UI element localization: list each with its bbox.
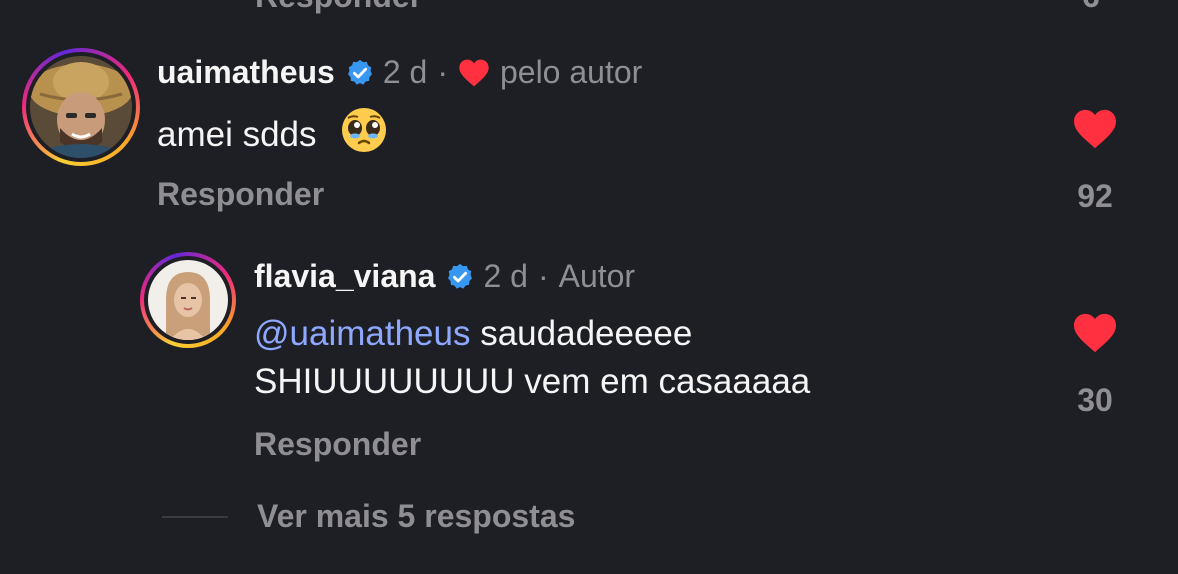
like-heart-icon[interactable] xyxy=(1072,108,1118,155)
comment-body-line1: saudadeeeee xyxy=(470,314,693,353)
username[interactable]: flavia_viana xyxy=(254,258,435,295)
reply-button[interactable]: Responder xyxy=(157,176,324,213)
pleading-face-emoji xyxy=(340,106,388,167)
comment-text: @uaimatheus saudadeeeee SHIUUUUUUUU vem … xyxy=(254,310,810,406)
timestamp: 2 d xyxy=(483,258,528,294)
comment-body: amei sdds xyxy=(157,114,317,154)
avatar-image xyxy=(30,56,132,158)
like-count: 6 xyxy=(1082,0,1100,15)
reply-button[interactable]: Responder xyxy=(255,0,422,15)
comment-body-line2: SHIUUUUUUUU vem em casaaaaa xyxy=(254,362,811,401)
comment-text: amei sdds xyxy=(157,106,388,167)
verified-icon xyxy=(345,58,375,88)
separator-dot: · xyxy=(537,258,549,294)
timestamp: 2 d xyxy=(382,54,428,90)
comments-panel: Responder 6 xyxy=(0,0,1178,574)
avatar-image xyxy=(148,260,228,340)
view-more-replies-button[interactable]: Ver mais 5 respostas xyxy=(257,498,575,535)
separator-dot: · xyxy=(437,54,448,90)
heart-icon xyxy=(458,58,490,88)
author-label: Autor xyxy=(558,258,636,294)
like-heart-icon[interactable] xyxy=(1072,312,1118,359)
username[interactable]: uaimatheus xyxy=(157,54,335,91)
like-count: 92 xyxy=(1077,178,1113,214)
avatar[interactable] xyxy=(140,252,236,348)
view-more-divider xyxy=(162,516,228,518)
like-count: 30 xyxy=(1077,382,1113,418)
reply-button[interactable]: Responder xyxy=(254,426,421,463)
mention-link[interactable]: @uaimatheus xyxy=(254,314,470,353)
liked-by-author-label: pelo autor xyxy=(499,54,643,90)
verified-icon xyxy=(445,262,475,292)
avatar[interactable] xyxy=(22,48,140,166)
